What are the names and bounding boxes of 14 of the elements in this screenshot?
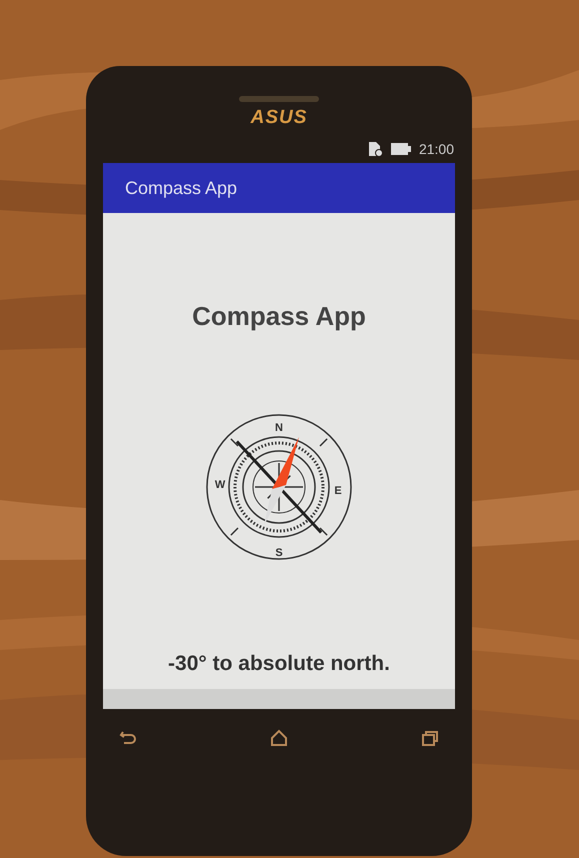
- battery-icon: [390, 143, 411, 155]
- compass-letter: W: [214, 478, 226, 491]
- compass-letter: S: [275, 546, 283, 559]
- heading-reading: -30° to absolute north.: [168, 651, 390, 677]
- back-icon[interactable]: [119, 729, 137, 747]
- status-time: 21:00: [418, 140, 454, 158]
- heading: Compass App: [192, 300, 366, 333]
- brand-logo: ASUS: [250, 108, 308, 127]
- sd-card-icon: [366, 141, 383, 157]
- home-icon[interactable]: [270, 729, 288, 747]
- recents-icon[interactable]: [421, 729, 439, 747]
- compass-letter: N: [275, 422, 283, 434]
- compass-letter: E: [334, 484, 342, 497]
- app-bar-title: Compass App: [125, 176, 238, 200]
